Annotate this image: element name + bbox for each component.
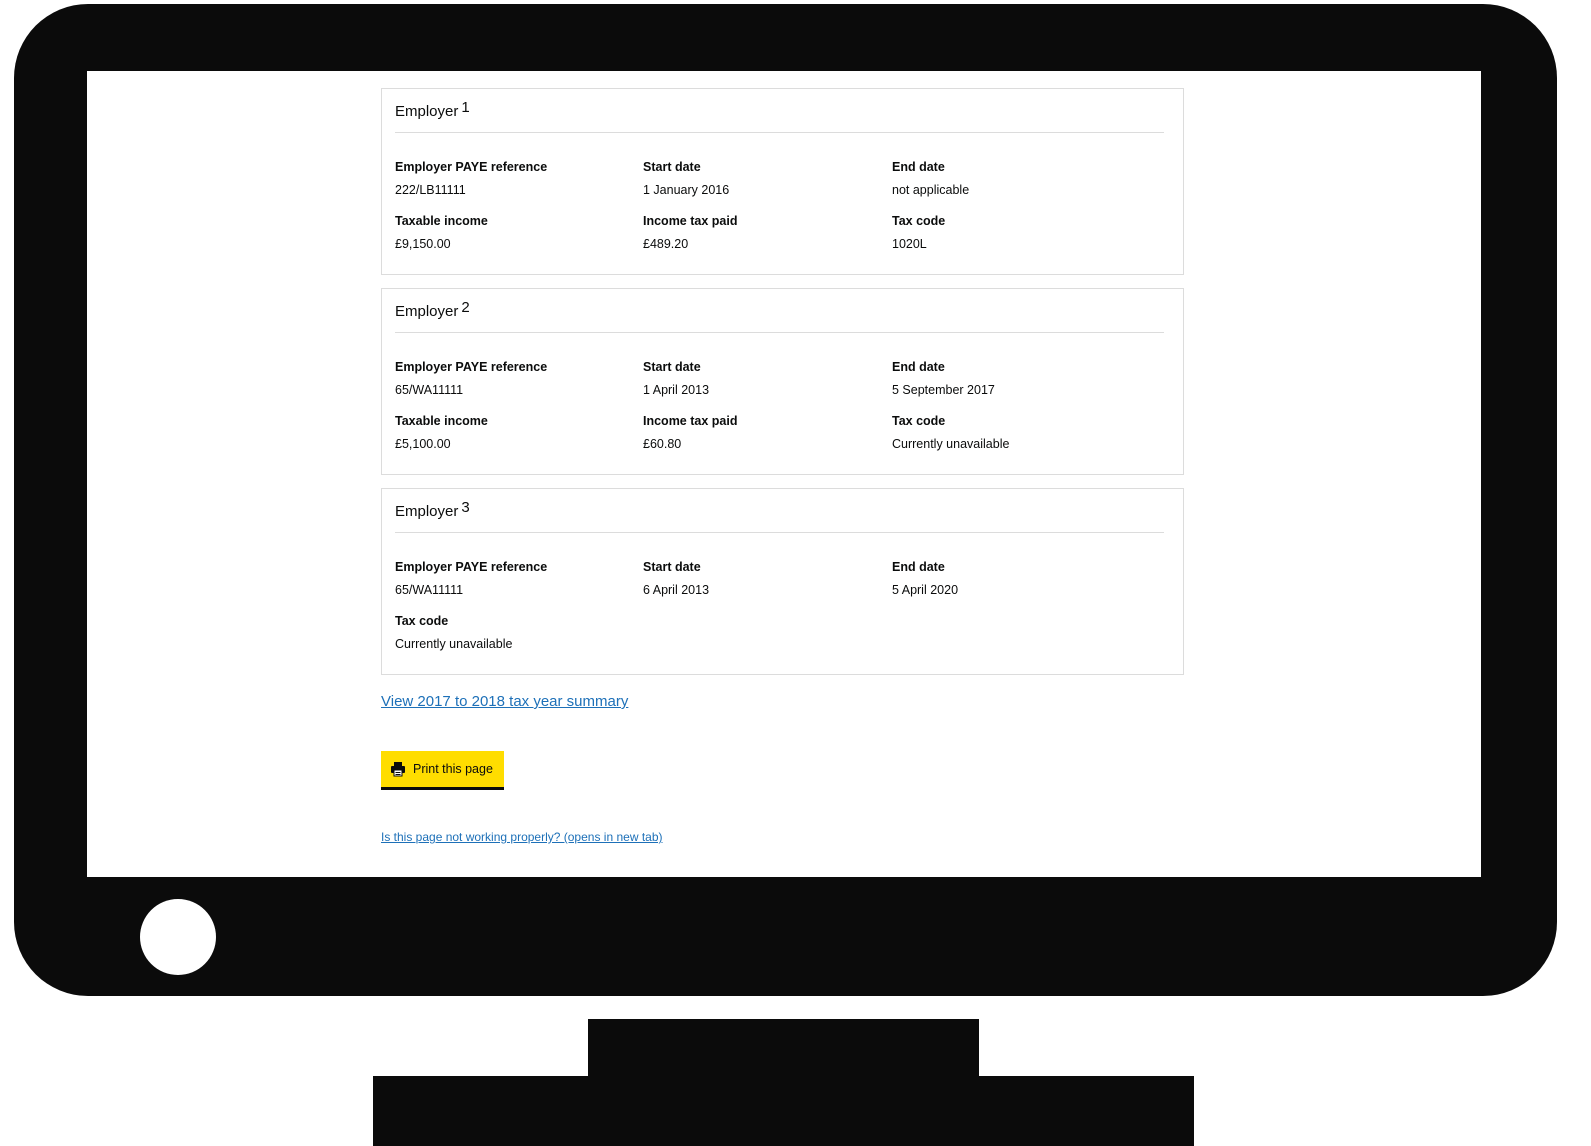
- field-start-date: Start date 1 January 2016: [643, 160, 883, 197]
- field-taxable-income: Taxable income £9,150.00: [395, 214, 635, 251]
- field-label: Employer PAYE reference: [395, 360, 548, 374]
- field-value: 1 January 2016: [643, 183, 730, 197]
- power-button-icon: [140, 899, 216, 975]
- employer-card-2: Employer 2 Employer PAYE reference 65/WA1…: [381, 288, 1184, 475]
- field-tax-code: Tax code Currently unavailable: [892, 414, 1132, 451]
- employer-card-header: Employer 1: [395, 89, 1164, 133]
- field-value: 222/LB11111: [395, 183, 466, 197]
- screen: Employer 1 Employer PAYE reference 222/LB…: [87, 71, 1481, 877]
- employer-card-1: Employer 1 Employer PAYE reference 222/LB…: [381, 88, 1184, 275]
- employer-card-title: Employer 3: [395, 499, 470, 520]
- printer-icon: [390, 761, 406, 777]
- field-paye-reference: Employer PAYE reference 222/LB11111: [395, 160, 635, 197]
- field-label: Employer PAYE reference: [395, 160, 548, 174]
- field-income-tax-paid: Income tax paid £60.80: [643, 414, 883, 451]
- field-taxable-income: Taxable income £5,100.00: [395, 414, 635, 451]
- field-value: £5,100.00: [395, 437, 451, 451]
- report-problem-link[interactable]: Is this page not working properly? (open…: [381, 830, 663, 844]
- field-tax-code: Tax code 1020L: [892, 214, 1132, 251]
- field-income-tax-paid: Income tax paid £489.20: [643, 214, 883, 251]
- field-end-date: End date not applicable: [892, 160, 1132, 197]
- field-label: End date: [892, 360, 945, 374]
- field-value: £489.20: [643, 237, 689, 251]
- field-label: End date: [892, 160, 945, 174]
- field-label: Taxable income: [395, 214, 488, 228]
- field-label: Employer PAYE reference: [395, 560, 548, 574]
- field-value: Currently unavailable: [892, 437, 1010, 451]
- field-label: Tax code: [892, 414, 946, 428]
- field-value: 65/WA11111: [395, 583, 464, 597]
- field-value: 5 April 2020: [892, 583, 959, 597]
- field-value: 1020L: [892, 237, 927, 251]
- field-value: Currently unavailable: [395, 637, 513, 651]
- employer-card-title: Employer 1: [395, 99, 470, 120]
- field-label: Income tax paid: [643, 214, 738, 228]
- field-end-date: End date 5 September 2017: [892, 360, 1132, 397]
- field-label: Start date: [643, 160, 701, 174]
- field-label: End date: [892, 560, 945, 574]
- field-value: 65/WA11111: [395, 383, 464, 397]
- field-label: Start date: [643, 360, 701, 374]
- field-start-date: Start date 1 April 2013: [643, 360, 883, 397]
- field-label: Start date: [643, 560, 701, 574]
- print-page-button[interactable]: Print this page: [381, 751, 504, 787]
- employer-card-3: Employer 3 Employer PAYE reference 65/WA1…: [381, 488, 1184, 675]
- field-value: £9,150.00: [395, 237, 451, 251]
- field-label: Income tax paid: [643, 414, 738, 428]
- field-value: 1 April 2013: [643, 383, 710, 397]
- field-label: Tax code: [395, 614, 449, 628]
- field-value: 5 September 2017: [892, 383, 995, 397]
- monitor-stand-base: [373, 1076, 1194, 1146]
- field-value: not applicable: [892, 183, 970, 197]
- field-value: 6 April 2013: [643, 583, 710, 597]
- employer-card-title: Employer 2: [395, 299, 470, 320]
- employer-card-header: Employer 3: [395, 489, 1164, 533]
- field-paye-reference: Employer PAYE reference 65/WA11111: [395, 360, 635, 397]
- field-label: Taxable income: [395, 414, 488, 428]
- field-label: Tax code: [892, 214, 946, 228]
- field-end-date: End date 5 April 2020: [892, 560, 1132, 597]
- tax-year-summary-link[interactable]: View 2017 to 2018 tax year summary: [381, 693, 628, 710]
- field-paye-reference: Employer PAYE reference 65/WA11111: [395, 560, 635, 597]
- field-tax-code: Tax code Currently unavailable: [395, 614, 635, 651]
- field-start-date: Start date 6 April 2013: [643, 560, 883, 597]
- field-value: £60.80: [643, 437, 682, 451]
- monitor-stand-neck: [588, 1019, 979, 1079]
- employer-card-header: Employer 2: [395, 289, 1164, 333]
- print-button-label: Print this page: [413, 762, 493, 776]
